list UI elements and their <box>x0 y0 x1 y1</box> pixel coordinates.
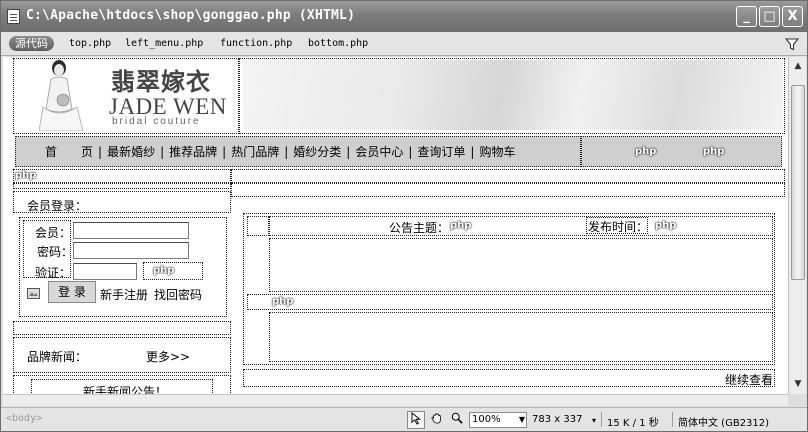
source-code-button[interactable]: 源代码 <box>9 36 54 51</box>
news-more-link[interactable]: 更多>> <box>146 348 190 365</box>
status-separator <box>601 412 602 427</box>
login-button[interactable]: 登 录 <box>48 281 96 303</box>
related-file-left-menu[interactable]: left_menu.php <box>125 38 203 49</box>
verify-input[interactable] <box>73 263 137 280</box>
window-size-dropdown-icon[interactable]: ▾ <box>592 416 596 425</box>
recover-password-link[interactable]: 找回密码 <box>154 286 202 303</box>
tag-selector[interactable]: <body> <box>6 413 42 424</box>
password-label: 密码： <box>37 245 74 259</box>
close-button[interactable]: X <box>782 6 803 27</box>
php-code-marker[interactable]: php <box>655 220 676 231</box>
document-icon <box>7 9 20 24</box>
member-label: 会员： <box>35 226 72 240</box>
title-bar[interactable]: C:\Apache\htdocs\shop\gonggao.php (XHTML… <box>1 1 807 32</box>
zoom-select[interactable]: 100% ▼ <box>469 412 527 428</box>
bride-image <box>39 60 84 131</box>
design-view[interactable]: 翡翠嫁衣 JADE WEN bridal couture 首 页 | 最新婚纱 | 推荐… <box>3 57 788 394</box>
login-image-icon <box>27 288 40 299</box>
download-size-time: 15 K / 1 秒 <box>607 418 659 429</box>
brand-news-title: 品牌新闻： <box>27 350 88 364</box>
right-spacer-cell <box>231 183 785 197</box>
scroll-up-arrow-icon[interactable]: ▲ <box>791 59 805 73</box>
related-files-bar: 源代码 top.php left_menu.php function.php b… <box>1 32 807 56</box>
login-title-cell <box>13 191 231 213</box>
register-link[interactable]: 新手注册 <box>100 286 148 303</box>
zoom-tool-icon[interactable] <box>448 411 466 429</box>
notice-content-cell <box>269 238 773 292</box>
zoom-value: 100% <box>472 414 501 425</box>
password-input[interactable] <box>73 242 189 259</box>
dreamweaver-document-window: C:\Apache\htdocs\shop\gonggao.php (XHTML… <box>0 0 808 432</box>
horizontal-scrollbar[interactable] <box>3 394 788 406</box>
chevron-down-icon: ▼ <box>518 415 525 424</box>
related-file-function[interactable]: function.php <box>220 38 292 49</box>
related-file-top[interactable]: top.php <box>69 38 111 49</box>
notice-header-row <box>269 216 773 236</box>
member-input[interactable] <box>73 222 189 239</box>
status-separator <box>672 412 673 427</box>
php-code-marker[interactable]: php <box>703 146 724 157</box>
left-spacer-cell <box>13 183 231 189</box>
hand-tool-icon[interactable] <box>428 411 446 429</box>
notice-time-label: 发布时间： <box>588 220 649 234</box>
minimize-button[interactable]: _ <box>736 6 757 27</box>
pointer-tool-icon[interactable] <box>407 411 425 429</box>
maximize-button[interactable]: □ <box>759 6 780 27</box>
nav-php-cell <box>581 136 782 167</box>
notice-php-row <box>247 294 773 310</box>
nav-cell <box>15 136 581 167</box>
scroll-thumb[interactable] <box>791 85 805 280</box>
window-title: C:\Apache\htdocs\shop\gonggao.php (XHTML… <box>26 8 356 23</box>
scroll-down-arrow-icon[interactable]: ▼ <box>791 377 805 391</box>
right-top-cell <box>231 169 785 183</box>
notice-subject-label: 公告主题： <box>389 221 450 235</box>
page-encoding: 简体中文 (GB2312) <box>678 418 770 429</box>
notice-body-cell <box>269 312 773 362</box>
logo-subtitle: bridal couture <box>112 116 201 127</box>
news-subheading: 新手新闻公告！ <box>83 385 168 394</box>
related-file-bottom[interactable]: bottom.php <box>308 38 368 49</box>
continue-reading-link[interactable]: 继续查看 <box>725 371 773 388</box>
left-php-cell <box>13 169 231 183</box>
continue-row <box>243 369 775 387</box>
left-spacer-cell <box>13 321 231 335</box>
php-code-marker[interactable]: php <box>272 296 293 307</box>
notice-corner-cell <box>247 216 269 236</box>
status-bar: <body> 100% ▼ 783 x 337 ▾ 15 K / 1 秒 简体中… <box>1 407 807 431</box>
verify-code-cell <box>143 262 203 280</box>
php-code-marker[interactable]: php <box>450 220 471 231</box>
window-size[interactable]: 783 x 337 <box>532 414 582 425</box>
vertical-scrollbar[interactable]: ▲ ▼ <box>788 57 806 394</box>
banner-image <box>243 60 783 130</box>
filter-icon[interactable] <box>785 37 799 51</box>
logo-chinese: 翡翠嫁衣 <box>111 67 211 96</box>
verify-label: 验证： <box>35 266 72 280</box>
php-code-marker[interactable]: php <box>635 146 656 157</box>
